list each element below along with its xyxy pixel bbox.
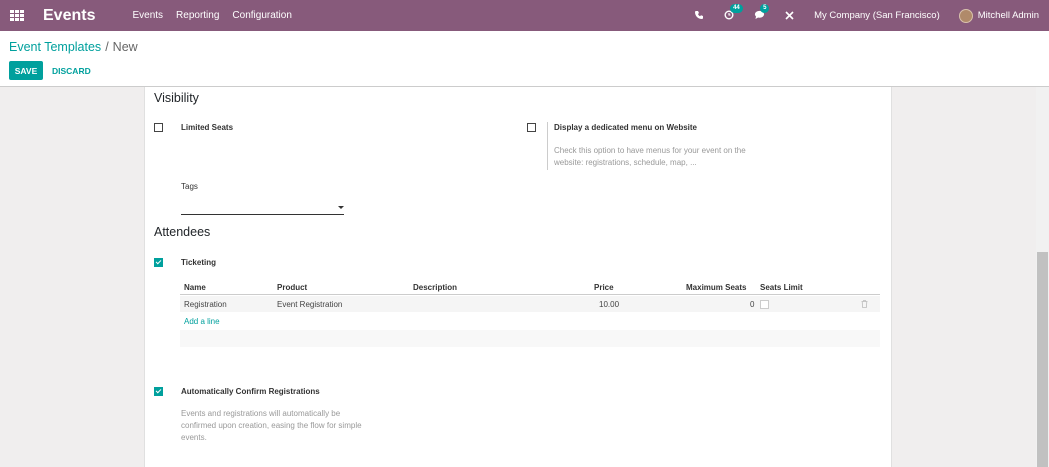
apps-menu-icon[interactable]	[10, 9, 24, 22]
row-price-cell[interactable]: 10.00	[599, 300, 619, 309]
auto-confirm-help-line-1: Events and registrations will automatica…	[181, 409, 341, 418]
row-product-cell[interactable]: Event Registration	[277, 300, 342, 309]
row-max-seats-cell[interactable]: 0	[750, 300, 754, 309]
caret-down-icon[interactable]	[338, 206, 344, 209]
activity-count-badge: 44	[730, 3, 743, 13]
auto-confirm-checkbox[interactable]	[154, 387, 163, 396]
column-seats-limit[interactable]: Seats Limit	[760, 283, 803, 292]
top-navbar: Events Events Reporting Configuration 44…	[0, 0, 1049, 31]
field-divider	[547, 122, 548, 170]
trash-icon[interactable]	[861, 300, 868, 308]
ticketing-label: Ticketing	[181, 258, 216, 267]
website-menu-checkbox[interactable]	[527, 123, 536, 132]
systray: 44 5 My Company (San Francisco) Mitchell…	[694, 3, 1049, 23]
attendees-section-title: Attendees	[154, 225, 211, 239]
column-description[interactable]: Description	[413, 283, 457, 292]
column-price[interactable]: Price	[594, 283, 614, 292]
column-maximum-seats[interactable]: Maximum Seats	[686, 283, 746, 292]
auto-confirm-help-line-3: events.	[181, 433, 207, 442]
seats-limit-checkbox[interactable]	[760, 300, 769, 309]
activity-clock-icon[interactable]: 44	[724, 3, 743, 22]
breadcrumb: Event Templates / New	[9, 40, 138, 54]
menu-reporting[interactable]: Reporting	[176, 10, 219, 21]
visibility-section-title: Visibility	[154, 91, 199, 105]
menu-configuration[interactable]: Configuration	[232, 10, 291, 21]
row-name-cell[interactable]: Registration	[184, 300, 227, 309]
messages-count-badge: 5	[760, 3, 770, 13]
breadcrumb-separator: /	[105, 40, 109, 54]
column-product[interactable]: Product	[277, 283, 307, 292]
ticketing-checkbox[interactable]	[154, 258, 163, 267]
auto-confirm-label: Automatically Confirm Registrations	[181, 387, 320, 396]
messages-icon[interactable]: 5	[754, 3, 770, 22]
control-panel: Event Templates / New SAVE DISCARD	[0, 31, 1049, 87]
close-cross-icon[interactable]	[785, 10, 794, 22]
limited-seats-checkbox[interactable]	[154, 123, 163, 132]
add-line-link[interactable]: Add a line	[184, 317, 220, 326]
save-button[interactable]: SAVE	[9, 61, 43, 80]
breadcrumb-current: New	[112, 40, 138, 54]
phone-icon[interactable]	[694, 10, 704, 22]
user-avatar[interactable]	[958, 8, 973, 23]
column-name[interactable]: Name	[184, 283, 206, 292]
scrollbar-thumb[interactable]	[1037, 252, 1048, 467]
limited-seats-label: Limited Seats	[181, 123, 234, 132]
website-menu-label: Display a dedicated menu on Website	[554, 123, 697, 132]
app-name[interactable]: Events	[43, 7, 95, 25]
table-footer	[180, 330, 880, 347]
table-header-divider	[180, 294, 880, 295]
company-switcher[interactable]: My Company (San Francisco)	[814, 10, 940, 21]
auto-confirm-help-line-2: confirmed upon creation, easing the flow…	[181, 421, 362, 430]
website-menu-help-line-2: website: registrations, schedule, map, .…	[554, 158, 697, 167]
menu-events[interactable]: Events	[132, 10, 163, 21]
website-menu-help-line-1: Check this option to have menus for your…	[554, 146, 746, 155]
tags-label: Tags	[181, 182, 198, 191]
discard-button[interactable]: DISCARD	[52, 61, 91, 80]
tags-input[interactable]	[181, 203, 344, 215]
breadcrumb-event-templates[interactable]: Event Templates	[9, 40, 101, 54]
user-menu[interactable]: Mitchell Admin	[978, 10, 1039, 21]
